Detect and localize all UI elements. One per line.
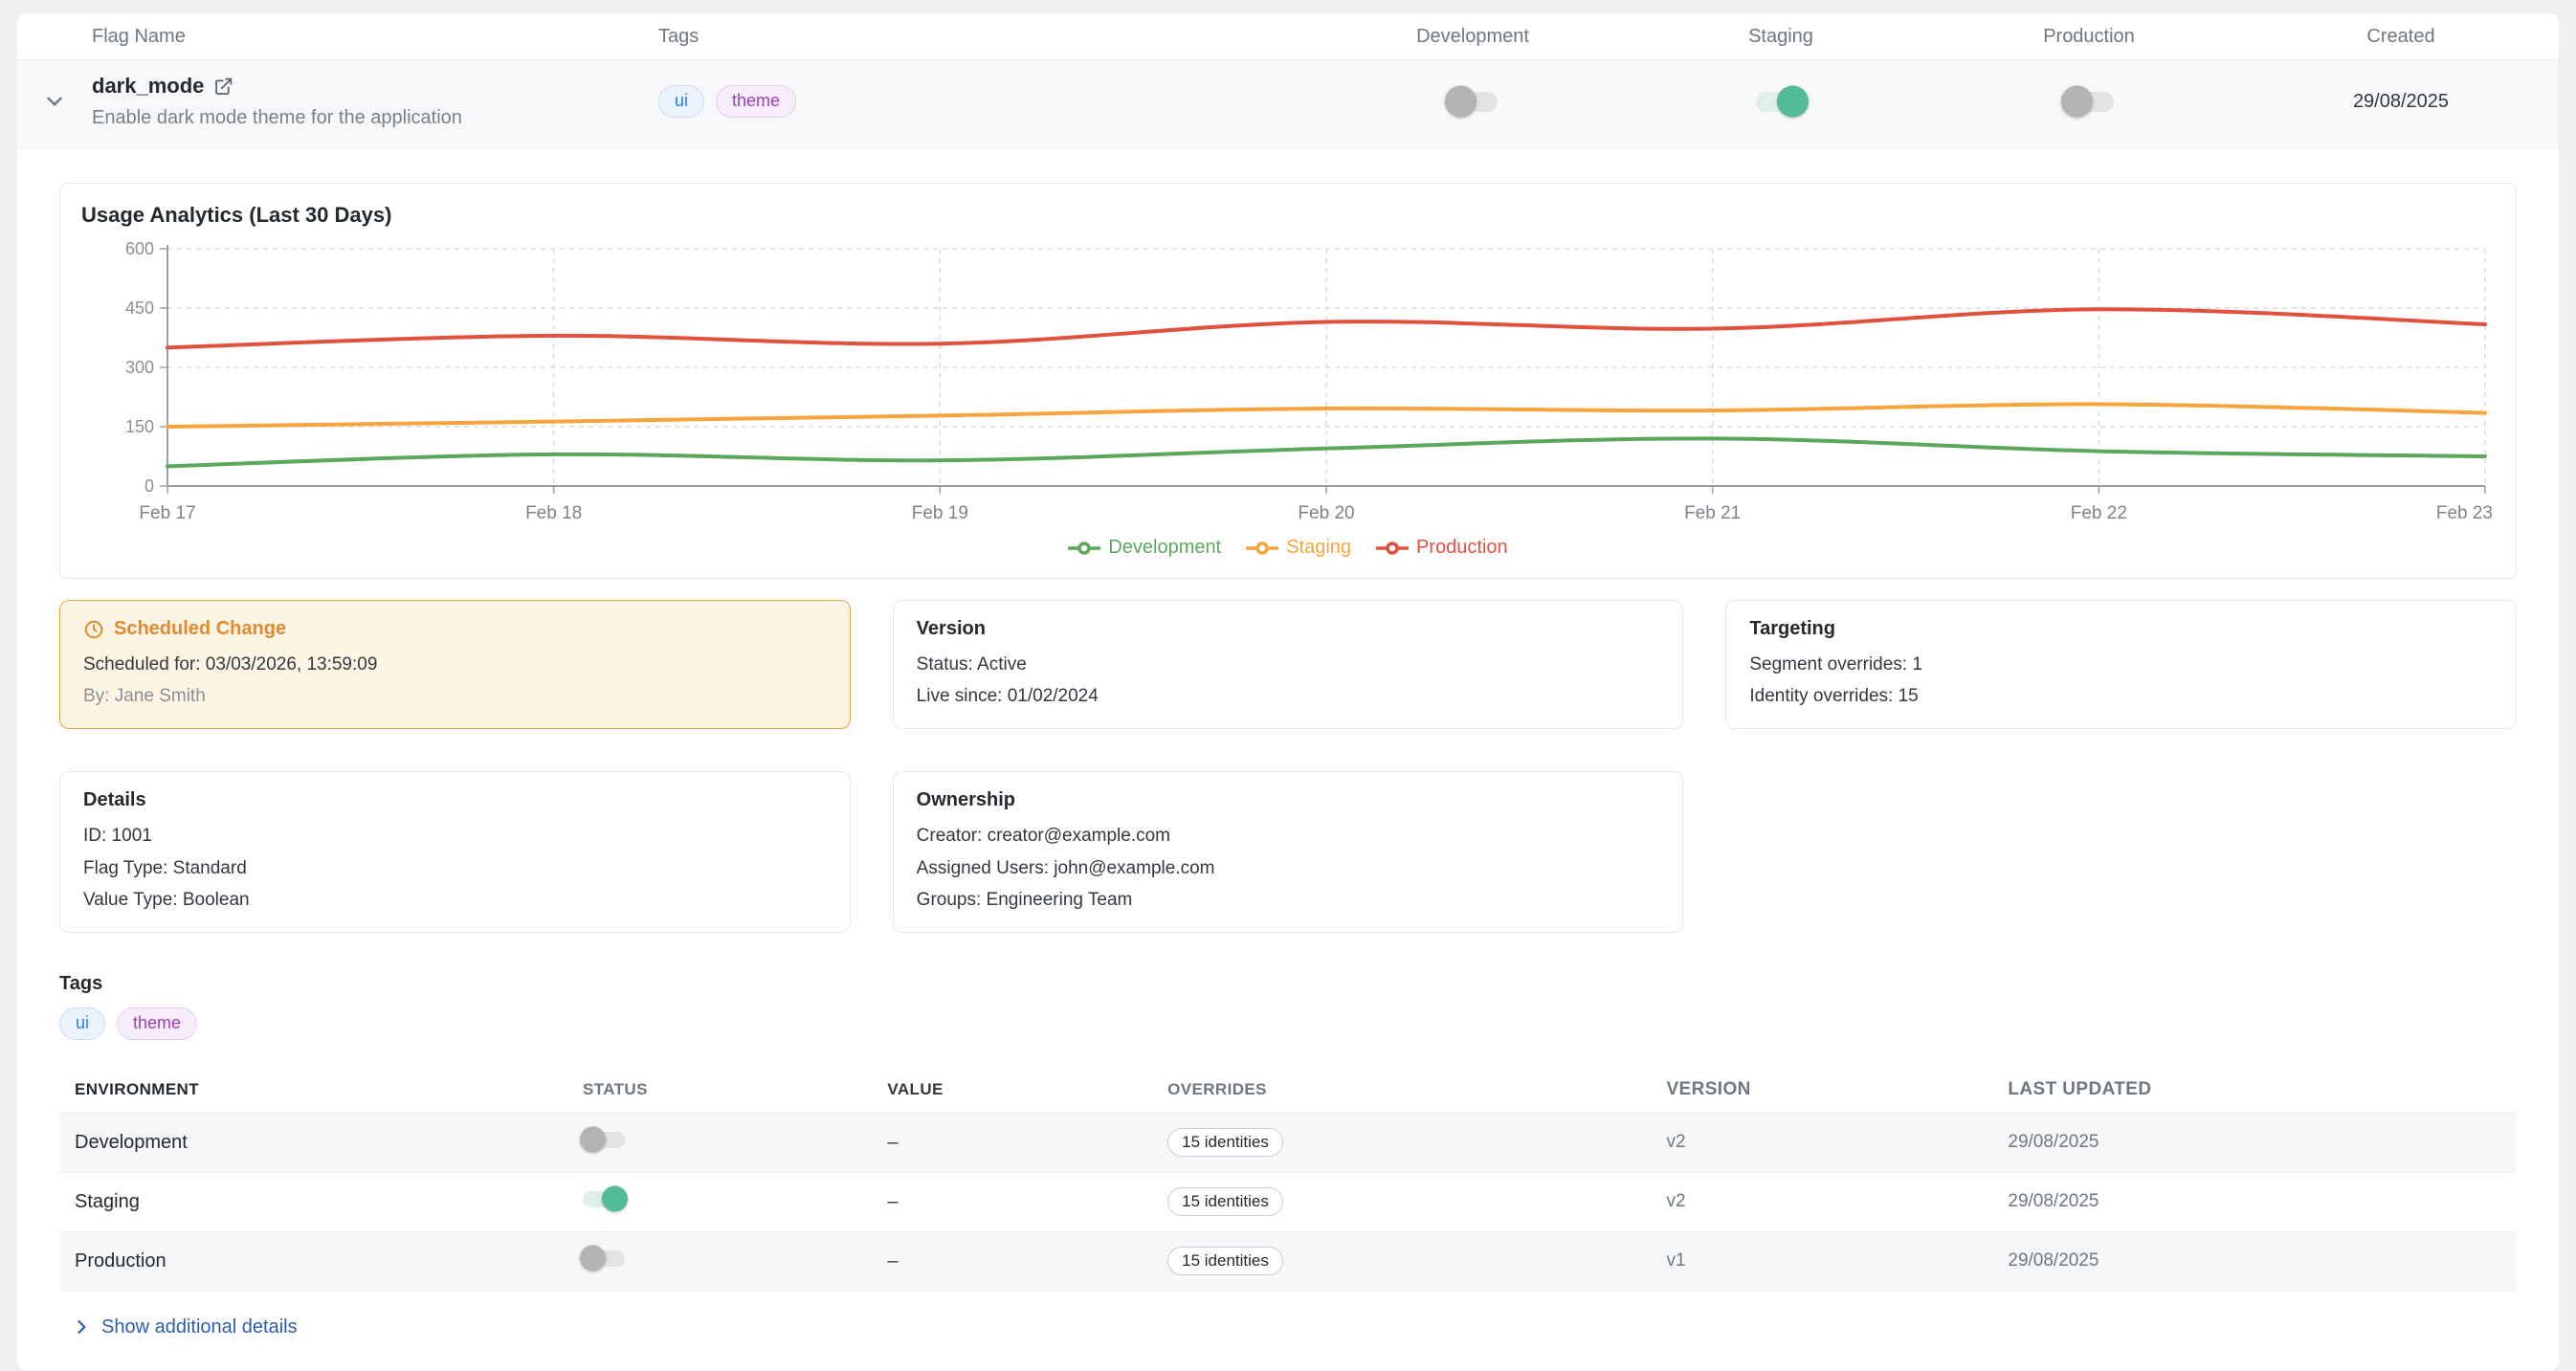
tags-section-title: Tags — [59, 973, 2517, 995]
scheduled-change-card: Scheduled Change Scheduled for: 03/03/20… — [59, 600, 851, 729]
env-last-updated: 29/08/2025 — [2008, 1132, 2517, 1153]
staging-toggle[interactable] — [1756, 92, 1806, 112]
column-production: Production — [1935, 26, 2243, 48]
table-row-production: Production – 15 identities v1 29/08/2025 — [59, 1232, 2517, 1292]
identities-badge[interactable]: 15 identities — [1167, 1128, 1283, 1157]
flag-name: dark_mode — [92, 74, 204, 99]
legend-marker-icon — [1246, 541, 1278, 556]
svg-text:Feb 18: Feb 18 — [525, 503, 582, 523]
scheduled-by-text: By: Jane Smith — [83, 684, 827, 709]
env-version: v2 — [1666, 1132, 2008, 1153]
col-last-updated: LAST UPDATED — [2008, 1079, 2517, 1100]
col-value: VALUE — [887, 1080, 1167, 1099]
ownership-title: Ownership — [917, 789, 1660, 811]
version-card: Version Status: Active Live since: 01/02… — [893, 600, 1684, 729]
flag-detail-panel: Flag Name Tags Development Staging Produ… — [17, 13, 2559, 1371]
staging-status-toggle[interactable] — [583, 1191, 625, 1207]
table-row-staging: Staging – 15 identities v2 29/08/2025 — [59, 1173, 2517, 1232]
column-staging: Staging — [1627, 26, 1935, 48]
legend-item-staging[interactable]: Staging — [1246, 537, 1351, 559]
identities-badge[interactable]: 15 identities — [1167, 1187, 1283, 1216]
version-status: Status: Active — [917, 652, 1660, 677]
production-toggle[interactable] — [2064, 92, 2114, 112]
svg-text:Feb 22: Feb 22 — [2071, 503, 2127, 523]
version-title: Version — [917, 618, 1660, 640]
usage-analytics-card: Usage Analytics (Last 30 Days) 0 150 300 45… — [59, 183, 2517, 579]
col-version: VERSION — [1666, 1079, 2008, 1100]
environments-table-header: ENVIRONMENT STATUS VALUE OVERRIDES VERSI… — [59, 1069, 2517, 1114]
targeting-title: Targeting — [1749, 618, 2493, 640]
column-development: Development — [1319, 26, 1627, 48]
svg-text:450: 450 — [125, 299, 154, 318]
development-toggle[interactable] — [1448, 92, 1498, 112]
chevron-down-icon[interactable] — [42, 89, 67, 114]
chevron-right-icon — [72, 1317, 91, 1337]
svg-text:300: 300 — [125, 358, 154, 377]
flag-id: ID: 1001 — [83, 824, 827, 849]
env-value: – — [887, 1250, 1167, 1272]
svg-text:Feb 19: Feb 19 — [912, 503, 968, 523]
col-environment: ENVIRONMENT — [59, 1080, 583, 1099]
env-name: Development — [59, 1132, 583, 1154]
column-tags: Tags — [658, 26, 1319, 48]
env-last-updated: 29/08/2025 — [2008, 1250, 2517, 1271]
tag-pill-ui[interactable]: ui — [658, 85, 704, 118]
identities-badge[interactable]: 15 identities — [1167, 1247, 1283, 1275]
details-title: Details — [83, 789, 827, 811]
column-created: Created — [2243, 26, 2559, 48]
ownership-groups: Groups: Engineering Team — [917, 888, 1660, 913]
identity-overrides: Identity overrides: 15 — [1749, 684, 2493, 709]
chart-title: Usage Analytics (Last 30 Days) — [81, 203, 2495, 228]
scheduled-for-text: Scheduled for: 03/03/2026, 13:59:09 — [83, 652, 827, 677]
tag-pill-theme[interactable]: theme — [117, 1007, 197, 1040]
env-version: v1 — [1666, 1250, 2008, 1271]
external-link-icon[interactable] — [213, 77, 233, 97]
col-overrides: OVERRIDES — [1167, 1080, 1666, 1099]
version-live-since: Live since: 01/02/2024 — [917, 684, 1660, 709]
ownership-assigned-users: Assigned Users: john@example.com — [917, 856, 1660, 881]
col-status: STATUS — [583, 1080, 887, 1099]
env-value: – — [887, 1191, 1167, 1213]
flag-row[interactable]: dark_mode Enable dark mode theme for the… — [17, 59, 2559, 149]
tag-pill-ui[interactable]: ui — [59, 1007, 105, 1040]
value-type: Value Type: Boolean — [83, 888, 827, 913]
svg-text:Feb 21: Feb 21 — [1684, 503, 1741, 523]
env-last-updated: 29/08/2025 — [2008, 1191, 2517, 1212]
development-status-toggle[interactable] — [583, 1132, 625, 1148]
legend-item-development[interactable]: Development — [1068, 537, 1221, 559]
production-status-toggle[interactable] — [583, 1250, 625, 1267]
chart-legend: Development Staging Production — [81, 537, 2495, 559]
segment-overrides: Segment overrides: 1 — [1749, 652, 2493, 677]
flag-table-header: Flag Name Tags Development Staging Produ… — [17, 13, 2559, 59]
svg-text:0: 0 — [144, 476, 154, 496]
svg-text:Feb 23: Feb 23 — [2436, 503, 2493, 523]
svg-text:150: 150 — [125, 417, 154, 436]
flag-description: Enable dark mode theme for the applicati… — [92, 107, 658, 129]
env-name: Production — [59, 1250, 583, 1272]
usage-analytics-chart: 0 150 300 450 600 Feb 17 Feb 18 Feb 19 Feb 20 Feb… — [81, 239, 2495, 526]
env-version: v2 — [1666, 1191, 2008, 1212]
env-value: – — [887, 1132, 1167, 1154]
show-additional-details-link[interactable]: Show additional details — [72, 1316, 298, 1338]
env-name: Staging — [59, 1191, 583, 1213]
table-row-development: Development – 15 identities v2 29/08/202… — [59, 1114, 2517, 1173]
clock-icon — [83, 619, 104, 640]
svg-text:600: 600 — [125, 239, 154, 258]
legend-item-production[interactable]: Production — [1376, 537, 1508, 559]
flag-created-date: 29/08/2025 — [2243, 91, 2559, 113]
scheduled-change-title: Scheduled Change — [83, 618, 827, 640]
environments-table: ENVIRONMENT STATUS VALUE OVERRIDES VERSI… — [59, 1069, 2517, 1292]
svg-text:Feb 20: Feb 20 — [1298, 503, 1354, 523]
ownership-creator: Creator: creator@example.com — [917, 824, 1660, 849]
legend-marker-icon — [1068, 541, 1100, 556]
svg-text:Feb 17: Feb 17 — [139, 503, 195, 523]
targeting-card: Targeting Segment overrides: 1 Identity … — [1725, 600, 2517, 729]
tag-pill-theme[interactable]: theme — [716, 85, 796, 118]
tags-section: Tags ui theme — [59, 973, 2517, 1040]
details-card: Details ID: 1001 Flag Type: Standard Val… — [59, 771, 851, 933]
legend-marker-icon — [1376, 541, 1409, 556]
ownership-card: Ownership Creator: creator@example.com A… — [893, 771, 1684, 933]
column-flag-name: Flag Name — [92, 26, 658, 48]
flag-type: Flag Type: Standard — [83, 856, 827, 881]
